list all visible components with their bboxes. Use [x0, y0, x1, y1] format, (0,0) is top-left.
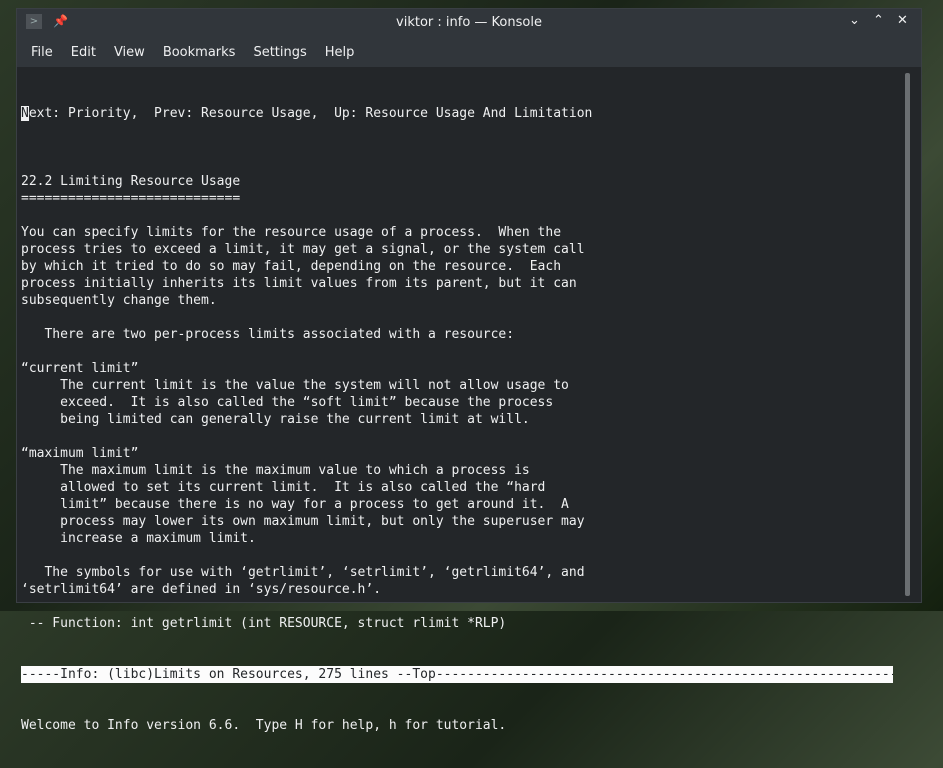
terminal-line: 22.2 Limiting Resource Usage: [21, 174, 241, 189]
info-nav-line: Next: Priority, Prev: Resource Usage, Up…: [21, 105, 901, 122]
terminal-line: “current limit”: [21, 361, 139, 376]
terminal-line: There are two per-process limits associa…: [21, 327, 515, 342]
terminal-line: The maximum limit is the maximum value t…: [21, 463, 530, 478]
terminal-line: process may lower its own maximum limit,…: [21, 514, 585, 529]
terminal-line: allowed to set its current limit. It is …: [21, 480, 546, 495]
terminal-line: ============================: [21, 191, 241, 206]
menu-bookmarks[interactable]: Bookmarks: [154, 45, 245, 60]
terminal-line: subsequently change them.: [21, 293, 217, 308]
terminal-line: process initially inherits its limit val…: [21, 276, 577, 291]
cursor: N: [21, 106, 29, 121]
terminal-line: being limited can generally raise the cu…: [21, 412, 530, 427]
terminal-line: The symbols for use with ‘getrlimit’, ‘s…: [21, 565, 585, 580]
close-button[interactable]: ✕: [897, 13, 908, 28]
terminal-line: increase a maximum limit.: [21, 531, 256, 546]
minimize-button[interactable]: ⌄: [849, 13, 860, 28]
info-status-line: -----Info: (libc)Limits on Resources, 27…: [21, 666, 893, 683]
terminal-line: ‘setrlimit64’ are defined in ‘sys/resour…: [21, 582, 382, 597]
menu-help[interactable]: Help: [316, 45, 364, 60]
menu-file[interactable]: File: [22, 45, 62, 60]
scrollbar[interactable]: [905, 73, 910, 596]
title-bar[interactable]: > 📌 viktor : info — Konsole ⌄ ⌃ ✕: [17, 9, 921, 37]
menu-settings[interactable]: Settings: [244, 45, 315, 60]
terminal-line: process tries to exceed a limit, it may …: [21, 242, 585, 257]
terminal-line: -- Function: int getrlimit (int RESOURCE…: [21, 616, 507, 631]
menu-view[interactable]: View: [105, 45, 154, 60]
nav-text: ext: Priority, Prev: Resource Usage, Up:…: [28, 106, 593, 121]
menu-edit[interactable]: Edit: [62, 45, 105, 60]
terminal-line: by which it tried to do so may fail, dep…: [21, 259, 562, 274]
maximize-button[interactable]: ⌃: [873, 13, 884, 28]
terminal-line: The current limit is the value the syste…: [21, 378, 569, 393]
terminal-line: You can specify limits for the resource …: [21, 225, 562, 240]
terminal-line: “maximum limit”: [21, 446, 139, 461]
terminal-output[interactable]: Next: Priority, Prev: Resource Usage, Up…: [21, 71, 901, 768]
terminal-line: exceed. It is also called the “soft limi…: [21, 395, 554, 410]
echo-area: Welcome to Info version 6.6. Type H for …: [21, 718, 507, 733]
konsole-window: > 📌 viktor : info — Konsole ⌄ ⌃ ✕ File E…: [16, 8, 922, 733]
window-title: viktor : info — Konsole: [396, 15, 542, 30]
menu-bar: File Edit View Bookmarks Settings Help: [17, 37, 921, 67]
terminal-line: limit” because there is no way for a pro…: [21, 497, 569, 512]
